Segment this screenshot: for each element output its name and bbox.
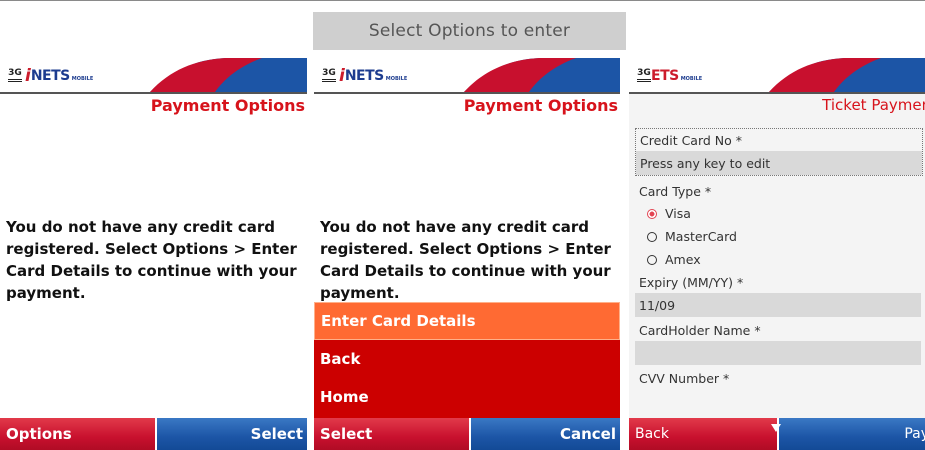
- no-card-message: You do not have any credit card register…: [6, 218, 297, 302]
- cardholder-label: CardHolder Name *: [639, 322, 761, 338]
- 3g-badge: 3G: [8, 69, 22, 83]
- page-title: Ticket Payment: [822, 96, 925, 114]
- select-softkey[interactable]: Select: [155, 418, 307, 450]
- radio-visa[interactable]: Visa: [635, 202, 925, 225]
- softkey-bar: Options Select: [0, 418, 307, 450]
- back-softkey[interactable]: Back: [629, 418, 777, 450]
- header-divider: [0, 92, 307, 94]
- menu-item-home[interactable]: Home: [314, 378, 620, 416]
- app-header: 3G ETS MOBILE: [629, 58, 925, 92]
- inets-logo: 3G i NETS MOBILE: [8, 66, 94, 86]
- radio-selected-icon: [647, 208, 657, 219]
- app-header: 3G i NETS MOBILE: [314, 58, 620, 92]
- app-header: 3G i NETS MOBILE: [0, 58, 307, 92]
- credit-card-label: Credit Card No *: [640, 132, 743, 148]
- card-type-label: Card Type *: [639, 183, 712, 199]
- phone-screen-2: 3G i NETS MOBILE Payment Options You do …: [314, 58, 620, 450]
- phone-screen-3: 3G ETS MOBILE Ticket Payment Credit Card…: [629, 58, 925, 450]
- header-divider: [314, 92, 620, 94]
- nets-logo: 3G ETS MOBILE: [637, 68, 703, 84]
- cvv-label: CVV Number *: [639, 370, 730, 386]
- card-details-form: Credit Card No * Press any key to edit C…: [635, 128, 925, 389]
- inets-logo: 3G i NETS MOBILE: [322, 66, 408, 86]
- softkey-bar: Select Cancel: [314, 418, 620, 450]
- credit-card-input[interactable]: Press any key to edit: [636, 151, 922, 175]
- softkey-bar: Back Pay: [629, 418, 925, 450]
- radio-mastercard[interactable]: MasterCard: [635, 225, 925, 248]
- options-menu: Enter Card Details Back Home: [314, 302, 620, 418]
- cancel-softkey[interactable]: Cancel: [468, 418, 620, 450]
- no-card-message: You do not have any credit card register…: [320, 218, 611, 302]
- menu-item-enter-card-details[interactable]: Enter Card Details: [314, 302, 620, 340]
- radio-amex[interactable]: Amex: [635, 248, 925, 271]
- 3g-badge: 3G: [637, 69, 651, 83]
- pay-softkey[interactable]: Pay: [771, 418, 925, 450]
- cardholder-input[interactable]: [635, 341, 921, 365]
- page-title: Payment Options: [463, 96, 618, 115]
- top-divider: [0, 0, 925, 1]
- radio-unselected-icon: [647, 254, 657, 265]
- scroll-down-icon: [771, 424, 781, 432]
- menu-item-back[interactable]: Back: [314, 340, 620, 378]
- select-softkey[interactable]: Select: [314, 418, 469, 450]
- credit-card-field[interactable]: Credit Card No * Press any key to edit: [635, 128, 923, 176]
- 3g-badge: 3G: [322, 69, 336, 83]
- expiry-input[interactable]: 11/09: [635, 293, 921, 317]
- phone-screen-1: 3G i NETS MOBILE Payment Options You do …: [0, 58, 307, 450]
- page-title: Payment Options: [150, 96, 305, 115]
- header-divider: [629, 92, 925, 94]
- radio-unselected-icon: [647, 231, 657, 242]
- caption-label: Select Options to enter: [313, 12, 626, 50]
- expiry-label: Expiry (MM/YY) *: [639, 274, 744, 290]
- options-softkey[interactable]: Options: [0, 418, 156, 450]
